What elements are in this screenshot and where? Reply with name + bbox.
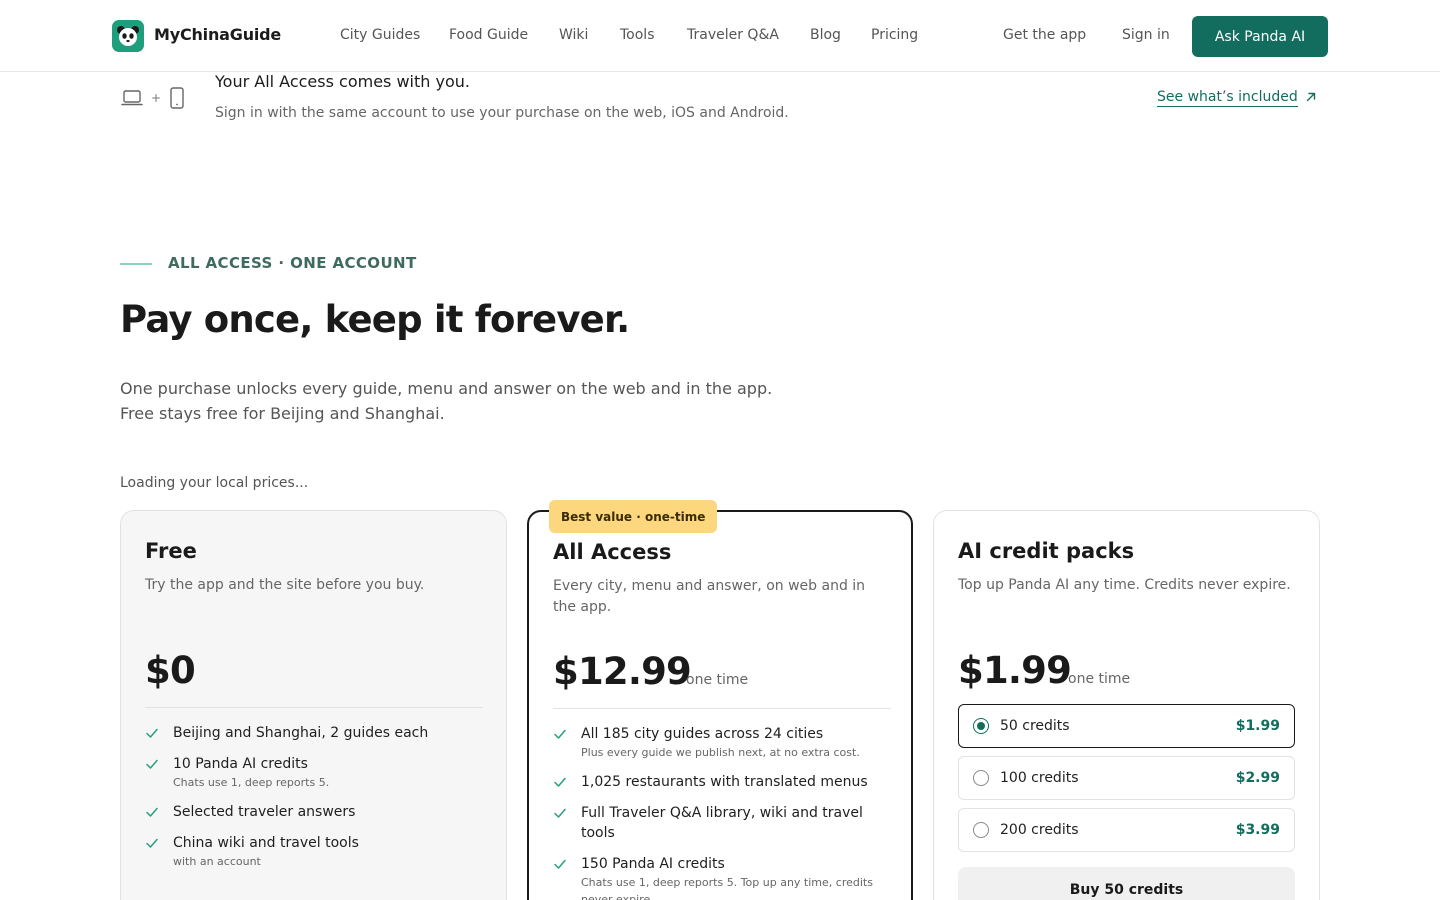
plus-sign: + <box>151 91 162 105</box>
feature-subtext: Chats use 1, deep reports 5. <box>173 776 330 789</box>
panda-logo-icon[interactable] <box>112 20 144 52</box>
nav-traveler-qa[interactable]: Traveler Q&A <box>687 27 779 43</box>
hero-subtitle-line-1: One purchase unlocks every guide, menu a… <box>120 379 773 398</box>
feature-subtext: Chats use 1, deep reports 5. Top up any … <box>581 876 873 900</box>
laptop-icon <box>121 90 143 106</box>
brand-name[interactable]: MyChinaGuide <box>154 25 281 44</box>
credit-packs-price: $1.99 <box>958 649 1072 692</box>
get-app-link[interactable]: Get the app <box>1003 27 1086 43</box>
banner-subtitle: Sign in with the same account to use you… <box>215 105 789 121</box>
all-access-description: Every city, menu and answer, on web and … <box>553 578 866 615</box>
feature-item: Selected traveler answers <box>145 802 485 822</box>
credit-option-label: 50 credits <box>1000 718 1070 734</box>
free-plan-card: Free Try the app and the site before you… <box>120 510 507 900</box>
all-access-divider <box>553 708 891 709</box>
buy-credits-button[interactable]: Buy 50 credits <box>958 867 1295 900</box>
page-title: Pay once, keep it forever. <box>120 298 630 341</box>
feature-text: 10 Panda AI credits <box>173 756 308 772</box>
see-whats-included-link[interactable]: See what’s included <box>1157 89 1298 107</box>
credit-option-price: $1.99 <box>1235 718 1280 734</box>
feature-item: 150 Panda AI credits Chats use 1, deep r… <box>553 854 893 900</box>
feature-item: Full Traveler Q&A library, wiki and trav… <box>553 803 893 843</box>
radio-unselected-icon[interactable] <box>973 770 989 786</box>
check-icon <box>146 807 158 817</box>
check-icon <box>146 728 158 738</box>
feature-item: Beijing and Shanghai, 2 guides each <box>145 723 485 743</box>
all-access-plan-card: All Access Every city, menu and answer, … <box>527 510 913 900</box>
credit-option-price: $2.99 <box>1235 770 1280 786</box>
feature-item: 1,025 restaurants with translated menus <box>553 772 893 792</box>
sign-in-link[interactable]: Sign in <box>1122 27 1170 43</box>
ask-panda-ai-button[interactable]: Ask Panda AI <box>1192 16 1328 57</box>
hero-subtitle: One purchase unlocks every guide, menu a… <box>120 376 820 426</box>
free-plan-divider <box>145 707 483 708</box>
check-icon <box>146 838 158 848</box>
device-icons: + <box>121 86 185 110</box>
feature-text: Full Traveler Q&A library, wiki and trav… <box>581 805 863 841</box>
feature-text: Beijing and Shanghai, 2 guides each <box>173 725 429 741</box>
credit-option-label: 100 credits <box>1000 770 1079 786</box>
feature-subtext: Plus every guide we publish next, at no … <box>581 746 860 759</box>
feature-item: 10 Panda AI credits Chats use 1, deep re… <box>145 754 485 791</box>
eyebrow-label: ALL ACCESS · ONE ACCOUNT <box>168 254 417 272</box>
credit-option-100[interactable]: 100 credits $2.99 <box>958 756 1295 800</box>
loading-prices-text: Loading your local prices... <box>120 475 309 491</box>
all-access-price-note: one time <box>686 672 749 688</box>
all-access-price: $12.99 <box>553 650 692 693</box>
credit-option-price: $3.99 <box>1235 822 1280 838</box>
check-icon <box>554 808 566 818</box>
credit-packs-price-note: one time <box>1068 671 1131 687</box>
feature-text: 150 Panda AI credits <box>581 856 725 872</box>
banner-title: Your All Access comes with you. <box>215 72 470 91</box>
free-plan-price: $0 <box>145 649 196 692</box>
radio-selected-icon[interactable] <box>973 718 989 734</box>
credit-option-label: 200 credits <box>1000 822 1079 838</box>
check-icon <box>554 729 566 739</box>
feature-item: All 185 city guides across 24 cities Plu… <box>553 724 893 761</box>
phone-icon <box>170 87 184 109</box>
nav-city-guides[interactable]: City Guides <box>340 27 420 43</box>
all-access-title: All Access <box>553 540 672 564</box>
nav-pricing[interactable]: Pricing <box>871 27 918 43</box>
feature-text: All 185 city guides across 24 cities <box>581 726 824 742</box>
check-icon <box>146 759 158 769</box>
credit-packs-title: AI credit packs <box>958 539 1135 563</box>
nav-food-guide[interactable]: Food Guide <box>449 27 528 43</box>
feature-item: China wiki and travel tools with an acco… <box>145 833 485 870</box>
nav-tools[interactable]: Tools <box>620 27 655 43</box>
feature-text: 1,025 restaurants with translated menus <box>581 774 868 790</box>
credit-option-200[interactable]: 200 credits $3.99 <box>958 808 1295 852</box>
feature-text: Selected traveler answers <box>173 804 356 820</box>
eyebrow-line <box>120 263 152 265</box>
nav-blog[interactable]: Blog <box>810 27 841 43</box>
credit-option-50[interactable]: 50 credits $1.99 <box>958 704 1295 748</box>
feature-subtext: with an account <box>173 855 261 868</box>
radio-unselected-icon[interactable] <box>973 822 989 838</box>
free-plan-features: Beijing and Shanghai, 2 guides each 10 P… <box>145 723 485 881</box>
best-value-badge: Best value · one-time <box>549 500 718 533</box>
all-access-features: All 185 city guides across 24 cities Plu… <box>553 724 893 900</box>
hero-subtitle-line-2: Free stays free for Beijing and Shanghai… <box>120 404 445 423</box>
check-icon <box>554 777 566 787</box>
free-plan-title: Free <box>145 539 197 563</box>
arrow-up-right-icon[interactable] <box>1303 89 1319 105</box>
ai-credit-packs-card: AI credit packs Top up Panda AI any time… <box>933 510 1320 900</box>
check-icon <box>554 859 566 869</box>
feature-text: China wiki and travel tools <box>173 835 359 851</box>
credit-packs-description: Top up Panda AI any time. Credits never … <box>958 577 1291 593</box>
nav-wiki[interactable]: Wiki <box>559 27 588 43</box>
site-header: MyChinaGuide City Guides Food Guide Wiki… <box>0 0 1440 72</box>
free-plan-description: Try the app and the site before you buy. <box>145 577 425 593</box>
